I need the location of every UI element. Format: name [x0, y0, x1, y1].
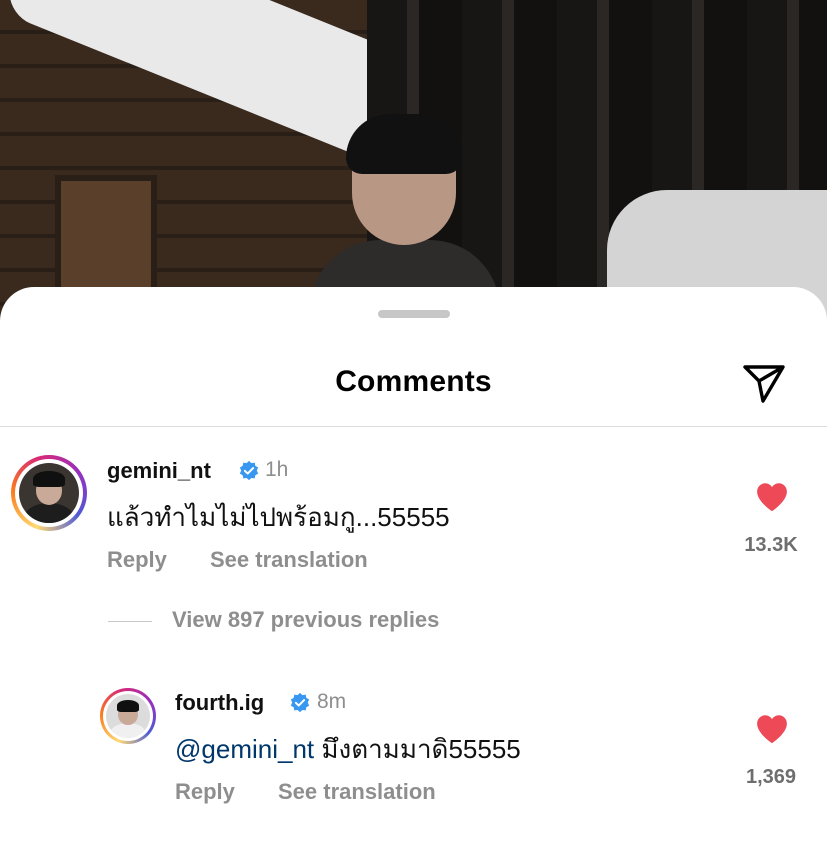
- cabin-window: [55, 175, 157, 297]
- reply-text: @gemini_nt มึงตามมาดิ55555: [175, 729, 521, 770]
- send-icon[interactable]: [741, 359, 787, 405]
- see-translation-button[interactable]: See translation: [210, 547, 368, 573]
- heart-icon[interactable]: [755, 713, 789, 745]
- replies-divider-line: [108, 621, 152, 622]
- comment-username[interactable]: gemini_nt: [107, 458, 211, 484]
- verified-badge-icon: [290, 692, 310, 713]
- sheet-title: Comments: [335, 365, 492, 398]
- post-photo: [0, 0, 827, 330]
- reply-text-body: มึงตามมาดิ55555: [314, 734, 521, 764]
- heart-icon[interactable]: [755, 481, 789, 513]
- reply-button[interactable]: Reply: [107, 547, 167, 573]
- reply-button[interactable]: Reply: [175, 779, 235, 805]
- drag-handle[interactable]: [378, 310, 450, 318]
- reply-time: 8m: [317, 690, 347, 713]
- mention-link[interactable]: @gemini_nt: [175, 734, 314, 764]
- view-previous-replies-button[interactable]: View 897 previous replies: [172, 607, 439, 633]
- like-count: 13.3K: [744, 534, 798, 556]
- avatar[interactable]: [100, 688, 156, 744]
- like-count: 1,369: [745, 766, 797, 788]
- avatar[interactable]: [11, 455, 87, 531]
- comment-time: 1h: [265, 458, 289, 481]
- comments-sheet: Comments gemini_nt 1h แล้วทำไมไม่ไปพร้อม…: [0, 287, 827, 847]
- verified-badge-icon: [239, 460, 259, 481]
- see-translation-button[interactable]: See translation: [278, 779, 436, 805]
- reply-username[interactable]: fourth.ig: [175, 690, 264, 716]
- comment-text: แล้วทำไมไม่ไปพร้อมกู...55555: [107, 502, 450, 532]
- header-divider: [0, 426, 827, 427]
